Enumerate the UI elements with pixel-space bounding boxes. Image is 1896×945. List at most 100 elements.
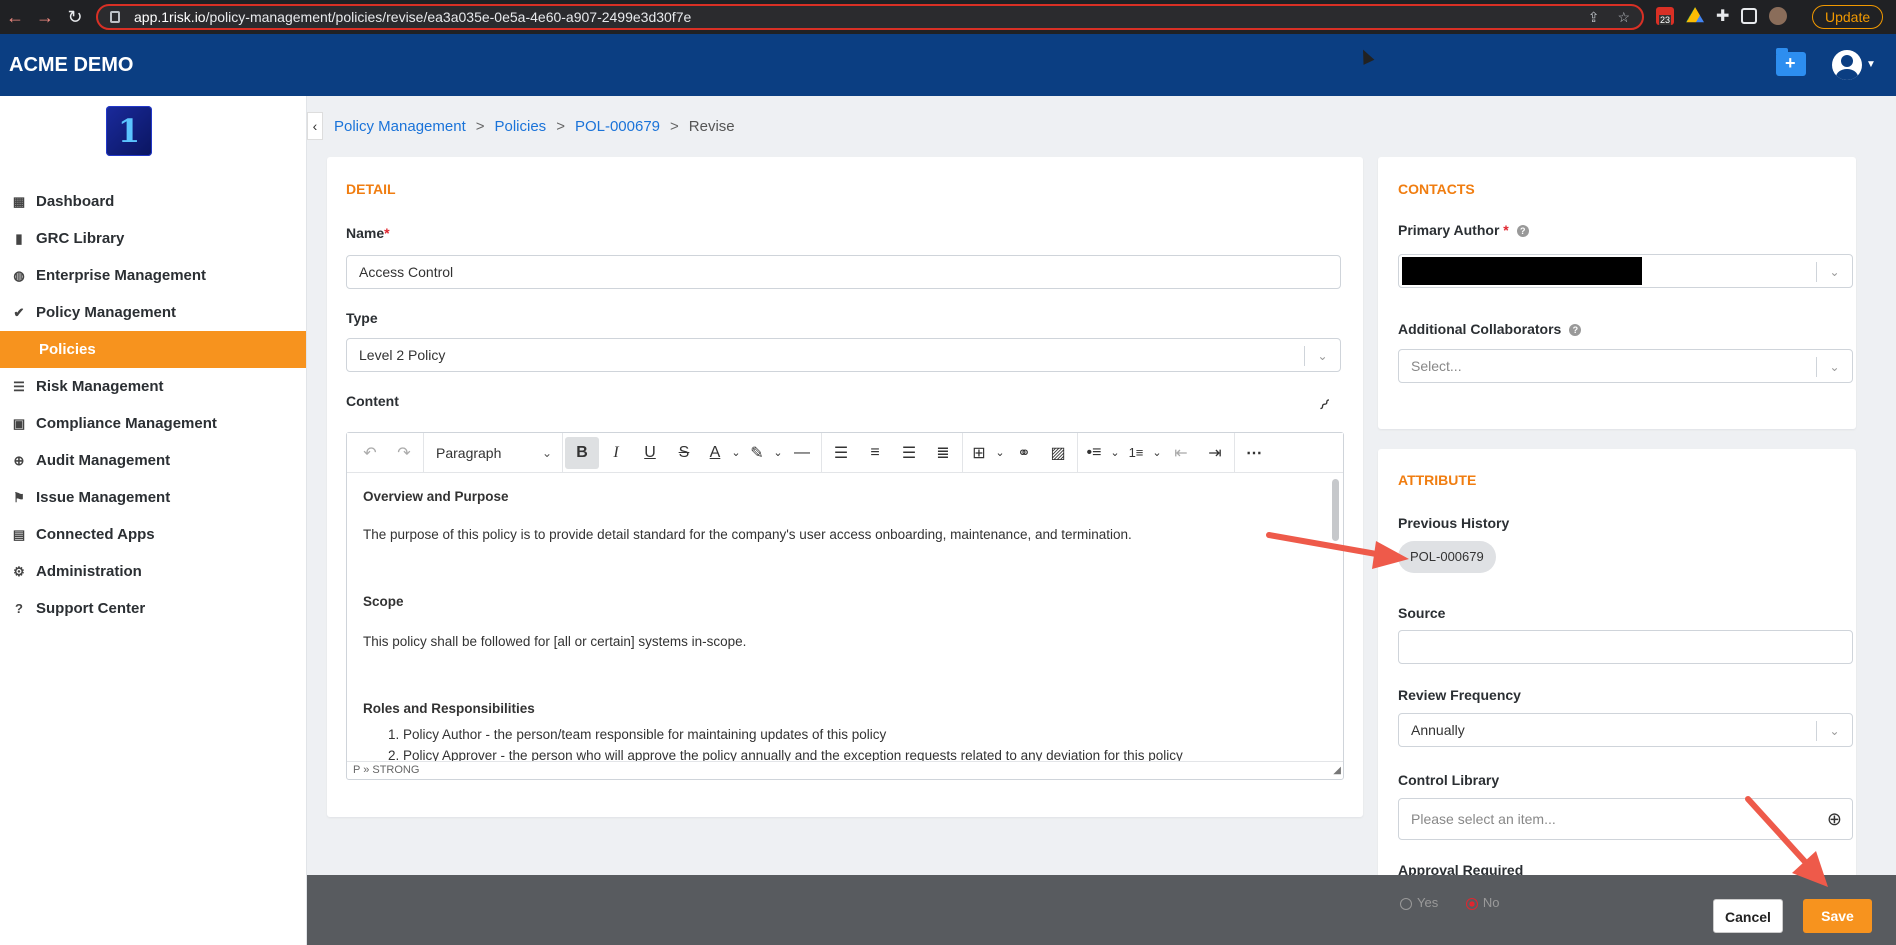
image-icon[interactable]: ▨ <box>1041 437 1075 469</box>
align-center-icon[interactable]: ≡ <box>858 437 892 469</box>
bullet-list-icon[interactable]: •≡ <box>1080 437 1108 469</box>
dashboard-icon: ▦ <box>12 193 26 209</box>
approval-yes-radio[interactable]: Yes <box>1400 895 1438 910</box>
chevron-down-icon[interactable]: ⌄ <box>1150 437 1164 469</box>
table-icon[interactable]: ⊞ <box>965 437 993 469</box>
book-icon: ▮ <box>15 230 23 246</box>
bold-icon[interactable]: B <box>565 436 599 469</box>
chevron-down-icon[interactable]: ⌄ <box>993 437 1007 469</box>
highlight-color-icon[interactable]: ✎ <box>743 437 771 469</box>
contacts-section-title: CONTACTS <box>1398 181 1475 197</box>
align-right-icon[interactable]: ☰ <box>892 437 926 469</box>
reload-icon[interactable]: ↻ <box>60 7 90 28</box>
doc-heading: Roles and Responsibilities <box>363 701 535 716</box>
more-icon[interactable]: ⋯ <box>1237 437 1271 469</box>
user-avatar-icon[interactable] <box>1832 50 1862 80</box>
indent-icon[interactable]: ⇥ <box>1198 437 1232 469</box>
sidebar-item-support-center[interactable]: ? Support Center <box>0 590 306 627</box>
doc-heading: Scope <box>363 594 404 609</box>
align-justify-icon[interactable]: ≣ <box>926 437 960 469</box>
collaborators-select[interactable]: Select... ⌄ <box>1398 349 1853 383</box>
name-label: Name* <box>346 225 390 241</box>
italic-icon[interactable]: I <box>599 437 633 469</box>
flag-icon: ⚑ <box>13 489 25 505</box>
cancel-button[interactable]: Cancel <box>1713 899 1783 933</box>
resize-handle-icon[interactable]: ◢ <box>1333 763 1341 779</box>
review-frequency-select[interactable]: Annually ⌄ <box>1398 713 1853 747</box>
calendar-extension-icon[interactable]: 23 <box>1656 7 1674 25</box>
bookmark-star-icon[interactable]: ☆ <box>1617 9 1630 26</box>
align-left-icon[interactable]: ☰ <box>824 437 858 469</box>
breadcrumb-policies[interactable]: Policies <box>495 118 547 135</box>
breadcrumb-current: Revise <box>688 118 735 135</box>
editor-statusbar: P » STRONG ◢ <box>347 761 1343 779</box>
horizontal-rule-icon[interactable]: — <box>785 437 819 469</box>
sidebar-item-issue-management[interactable]: ⚑ Issue Management <box>0 479 306 516</box>
save-button[interactable]: Save <box>1803 899 1872 933</box>
profile-avatar-icon[interactable] <box>1769 7 1788 25</box>
primary-author-select[interactable]: ⌄ <box>1398 254 1853 288</box>
sidebar-item-enterprise-management[interactable]: ◍ Enterprise Management <box>0 257 306 294</box>
control-library-label: Control Library <box>1398 772 1500 788</box>
sidebar-item-audit-management[interactable]: ⊕ Audit Management <box>0 442 306 479</box>
forward-icon[interactable]: → <box>30 7 60 28</box>
redo-icon[interactable]: ↷ <box>387 437 421 469</box>
annotation-arrow-save <box>1745 796 1828 887</box>
share-icon[interactable]: ⇪ <box>1588 9 1600 26</box>
paperclip-icon[interactable]: ⌇ <box>1314 395 1334 415</box>
address-bar[interactable]: app.1risk.io/policy-management/policies/… <box>96 4 1644 30</box>
content-label: Content <box>346 393 399 409</box>
list-icon: ☰ <box>13 378 25 394</box>
folder-add-icon[interactable]: + <box>1776 48 1806 76</box>
outdent-icon[interactable]: ⇤ <box>1164 437 1198 469</box>
breadcrumb-policy-id[interactable]: POL-000679 <box>575 118 660 135</box>
breadcrumb: Policy Management > Policies > POL-000679 > Re… <box>334 118 735 135</box>
chevron-down-icon[interactable]: ⌄ <box>1108 437 1122 469</box>
approval-required-radios: Yes No <box>1400 895 1499 910</box>
sidebar-item-policies[interactable]: Policies <box>0 331 306 368</box>
puzzle-icon[interactable]: ✚ <box>1716 6 1729 26</box>
sidepanel-icon[interactable] <box>1741 8 1758 24</box>
sidebar-item-grc-library[interactable]: ▮ GRC Library <box>0 220 306 257</box>
sidebar: 1 ▦ Dashboard ▮ GRC Library ◍ Enterprise Ma… <box>0 96 307 945</box>
drive-extension-icon[interactable] <box>1686 7 1704 23</box>
numbered-list-icon[interactable]: 1≡ <box>1122 437 1150 469</box>
breadcrumb-policy-management[interactable]: Policy Management <box>334 118 466 135</box>
rich-text-editor[interactable]: ↶ ↷ Paragraph ⌄ B I U S A ⌄ ✎ ⌄ — ☰ ≡ ☰ ≣… <box>346 432 1344 780</box>
block-format-select[interactable]: Paragraph ⌄ <box>426 437 560 469</box>
editor-scrollbar[interactable] <box>1331 475 1341 765</box>
editor-body[interactable]: Overview and Purpose The purpose of this… <box>347 474 1332 762</box>
clipboard-check-icon: ▣ <box>12 415 26 431</box>
chevron-down-icon[interactable]: ▼ <box>1866 59 1876 70</box>
update-button[interactable]: Update <box>1812 5 1884 29</box>
name-input[interactable]: Access Control <box>346 255 1341 289</box>
check-icon: ✔ <box>13 304 25 320</box>
text-color-icon[interactable]: A <box>701 437 729 469</box>
chevron-down-icon[interactable]: ⌄ <box>729 437 743 469</box>
redacted-author-value <box>1402 257 1642 285</box>
source-label: Source <box>1398 605 1446 621</box>
approval-no-radio[interactable]: No <box>1465 895 1499 910</box>
chevron-down-icon[interactable]: ⌄ <box>771 437 785 469</box>
gear-icon: ⚙ <box>13 563 25 579</box>
detail-section-title: DETAIL <box>346 181 396 197</box>
link-icon[interactable]: ⚭ <box>1007 437 1041 469</box>
type-select[interactable]: Level 2 Policy ⌄ <box>346 338 1341 372</box>
sidebar-item-dashboard[interactable]: ▦ Dashboard <box>0 183 306 220</box>
primary-author-label: Primary Author *? <box>1398 222 1529 238</box>
sidebar-item-policy-management[interactable]: ✔ Policy Management <box>0 294 306 331</box>
collapse-sidebar-button[interactable]: ‹ <box>307 112 323 140</box>
back-icon[interactable]: ← <box>0 7 30 28</box>
underline-icon[interactable]: U <box>633 437 667 469</box>
strikethrough-icon[interactable]: S <box>667 437 701 469</box>
sidebar-item-compliance-management[interactable]: ▣ Compliance Management <box>0 405 306 442</box>
sidebar-item-administration[interactable]: ⚙ Administration <box>0 553 306 590</box>
undo-icon[interactable]: ↶ <box>353 437 387 469</box>
app-header: ACME DEMO + ▼ <box>0 34 1896 96</box>
source-input[interactable] <box>1398 630 1853 664</box>
sidebar-item-risk-management[interactable]: ☰ Risk Management <box>0 368 306 405</box>
doc-paragraph: This policy shall be followed for [all o… <box>363 633 747 649</box>
annotation-arrow-history <box>1266 532 1409 569</box>
sidebar-item-connected-apps[interactable]: ▤ Connected Apps <box>0 516 306 553</box>
type-label: Type <box>346 310 378 326</box>
